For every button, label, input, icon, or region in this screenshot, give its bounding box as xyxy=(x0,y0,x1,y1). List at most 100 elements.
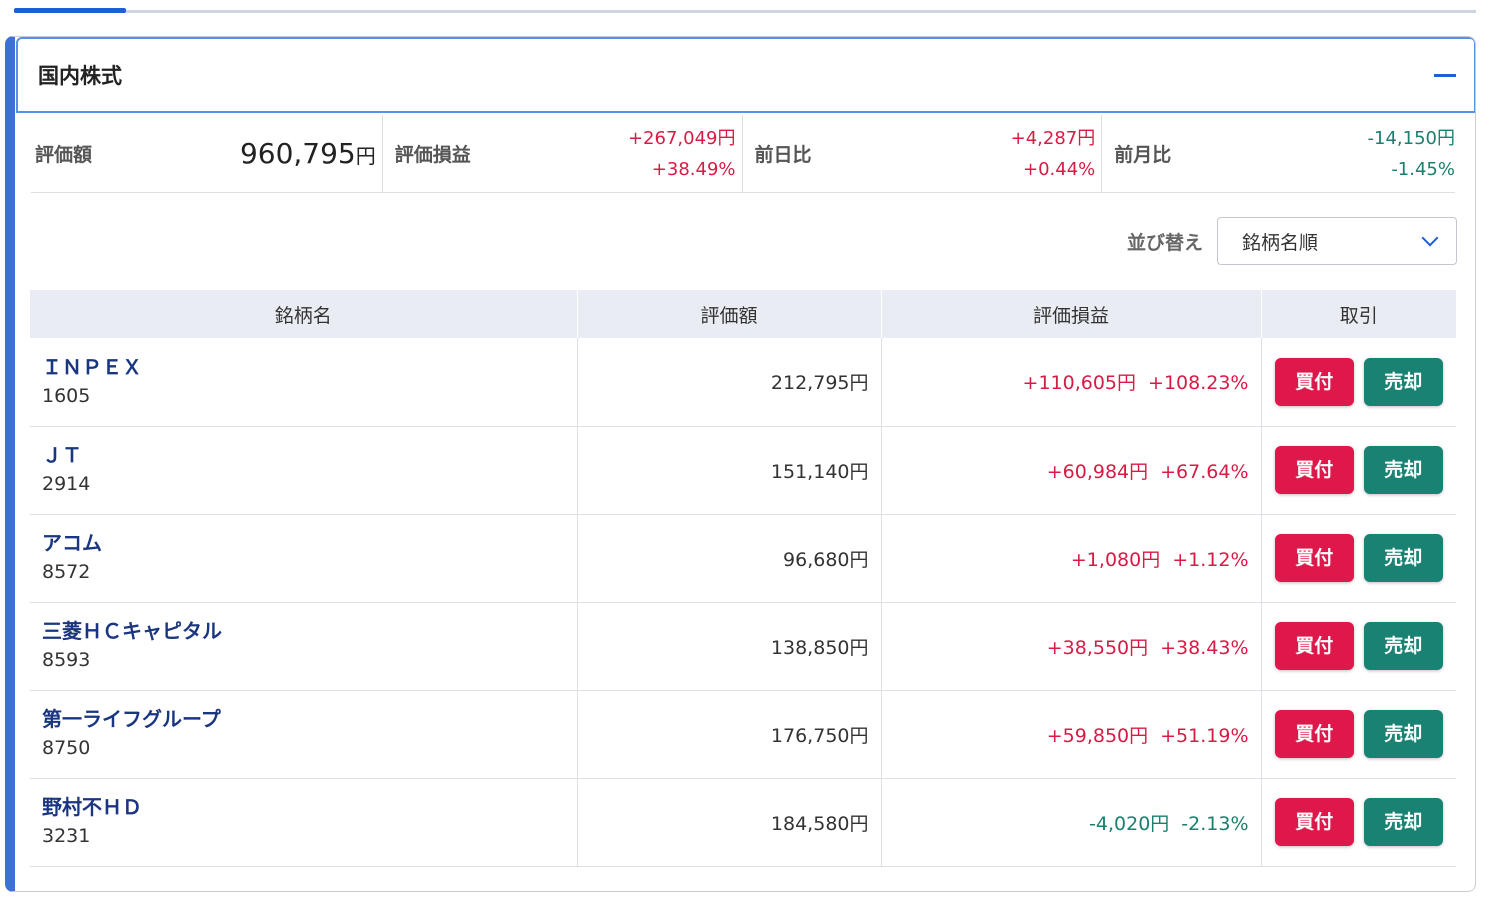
cell-value: 212,795円 xyxy=(577,338,882,427)
table-row: アコム 8572 96,680円 +1,080円 +1.12% 買付 売却 xyxy=(30,514,1456,603)
cell-name: 野村不ＨＤ 3231 xyxy=(30,778,578,867)
stock-name-link[interactable]: 三菱ＨＣキャピタル xyxy=(42,617,577,645)
pl-label: 評価損益 xyxy=(394,144,471,166)
valuation-label: 評価額 xyxy=(35,144,93,166)
sell-button[interactable]: 売却 xyxy=(1363,534,1443,582)
stock-name-link[interactable]: アコム xyxy=(42,529,577,557)
buy-button[interactable]: 買付 xyxy=(1274,798,1354,846)
pl-amount: +59,850円 xyxy=(1046,724,1149,747)
buy-button[interactable]: 買付 xyxy=(1274,622,1354,670)
table-row: 野村不ＨＤ 3231 184,580円 -4,020円 -2.13% 買付 売却 xyxy=(30,778,1456,867)
sort-select[interactable]: 銘柄名順 xyxy=(1217,217,1457,265)
pl-values: +267,049円 +38.49% xyxy=(628,123,736,185)
cell-name: ＪＴ 2914 xyxy=(30,426,578,515)
stock-code: 8572 xyxy=(42,561,91,583)
sell-button[interactable]: 売却 xyxy=(1363,710,1443,758)
pl-percent: +1.12% xyxy=(1172,548,1249,571)
cell-pl: +59,850円 +51.19% xyxy=(881,690,1262,779)
header-pl[interactable]: 評価損益 xyxy=(881,290,1262,338)
buy-button[interactable]: 買付 xyxy=(1274,534,1354,582)
collapse-icon[interactable] xyxy=(1434,73,1456,77)
stock-code: 3231 xyxy=(42,825,91,847)
pl-percent: +38.43% xyxy=(1160,636,1249,659)
valuation-unit: 円 xyxy=(355,144,376,168)
header-name[interactable]: 銘柄名 xyxy=(30,290,578,338)
cell-value: 151,140円 xyxy=(577,426,882,515)
cell-name: ＩＮＰＥＸ 1605 xyxy=(30,338,578,427)
pl-amount: +60,984円 xyxy=(1046,460,1149,483)
pl-percent: +108.23% xyxy=(1148,372,1249,395)
month-amount: -14,150円 xyxy=(1367,127,1455,149)
cell-pl: -4,020円 -2.13% xyxy=(881,778,1262,867)
cell-pl: +60,984円 +67.64% xyxy=(881,426,1262,515)
cell-pl: +1,080円 +1.12% xyxy=(881,514,1262,603)
stock-code: 8593 xyxy=(42,649,91,671)
cell-value: 184,580円 xyxy=(577,778,882,867)
pl-amount: -4,020円 xyxy=(1089,812,1170,835)
buy-button[interactable]: 買付 xyxy=(1274,446,1354,494)
summary-valuation: 評価額 960,795円 xyxy=(31,115,383,192)
pl-amount: +267,049円 xyxy=(627,127,736,149)
sort-selected-value: 銘柄名順 xyxy=(1242,231,1319,254)
sell-button[interactable]: 売却 xyxy=(1363,622,1443,670)
day-label: 前日比 xyxy=(754,144,812,166)
cell-value: 176,750円 xyxy=(577,690,882,779)
table-header-row: 銘柄名 評価額 評価損益 取引 xyxy=(30,290,1456,338)
chevron-down-icon xyxy=(1421,229,1439,247)
pl-amount: +38,550円 xyxy=(1046,636,1149,659)
day-amount: +4,287円 xyxy=(1010,127,1096,149)
panel-header[interactable]: 国内株式 xyxy=(16,37,1475,113)
cell-value: 138,850円 xyxy=(577,602,882,691)
month-values: -14,150円 -1.45% xyxy=(1368,123,1455,185)
pl-percent: -2.13% xyxy=(1181,812,1249,835)
buy-button[interactable]: 買付 xyxy=(1274,357,1354,406)
stock-name-link[interactable]: ＪＴ xyxy=(42,441,577,469)
sell-button[interactable]: 売却 xyxy=(1363,798,1443,846)
summary-day-change: 前日比 +4,287円 +0.44% xyxy=(743,115,1103,192)
stock-name-link[interactable]: 野村不ＨＤ xyxy=(42,793,577,821)
summary-profit-loss: 評価損益 +267,049円 +38.49% xyxy=(383,115,743,192)
stock-code: 2914 xyxy=(42,473,91,495)
pl-percent: +38.49% xyxy=(651,158,736,180)
cell-actions: 買付 売却 xyxy=(1261,690,1456,779)
cell-pl: +110,605円 +108.23% xyxy=(881,338,1262,427)
valuation-value: 960,795円 xyxy=(239,137,376,170)
cell-name: 三菱ＨＣキャピタル 8593 xyxy=(30,602,578,691)
day-values: +4,287円 +0.44% xyxy=(1011,123,1096,185)
tab-track xyxy=(14,10,1476,13)
cell-actions: 買付 売却 xyxy=(1261,426,1456,515)
holdings-table: 銘柄名 評価額 評価損益 取引 ＩＮＰＥＸ 1605 212,795円 +110… xyxy=(30,290,1456,867)
pl-percent: +51.19% xyxy=(1160,724,1249,747)
table-row: 三菱ＨＣキャピタル 8593 138,850円 +38,550円 +38.43% … xyxy=(30,602,1456,691)
pl-amount: +110,605円 xyxy=(1022,372,1137,395)
sort-area: 並び替え 銘柄名順 xyxy=(1127,217,1457,265)
cell-value: 96,680円 xyxy=(577,514,882,603)
cell-pl: +38,550円 +38.43% xyxy=(881,602,1262,691)
stock-name-link[interactable]: 第一ライフグループ xyxy=(42,705,577,733)
cell-name: 第一ライフグループ 8750 xyxy=(30,690,578,779)
stock-code: 8750 xyxy=(42,737,91,759)
sell-button[interactable]: 売却 xyxy=(1363,357,1443,406)
summary-bar: 評価額 960,795円 評価損益 +267,049円 +38.49% 前日比 … xyxy=(31,115,1455,193)
table-row: ＩＮＰＥＸ 1605 212,795円 +110,605円 +108.23% 買付… xyxy=(30,338,1456,427)
summary-month-change: 前月比 -14,150円 -1.45% xyxy=(1102,115,1455,192)
cell-actions: 買付 売却 xyxy=(1261,338,1456,427)
cell-name: アコム 8572 xyxy=(30,514,578,603)
stock-name-link[interactable]: ＩＮＰＥＸ xyxy=(42,353,577,381)
day-percent: +0.44% xyxy=(1022,158,1096,180)
month-label: 前月比 xyxy=(1114,144,1172,166)
stock-code: 1605 xyxy=(42,384,91,407)
pl-percent: +67.64% xyxy=(1160,460,1249,483)
table-row: 第一ライフグループ 8750 176,750円 +59,850円 +51.19% … xyxy=(30,690,1456,779)
sort-label: 並び替え xyxy=(1126,231,1203,254)
table-row: ＪＴ 2914 151,140円 +60,984円 +67.64% 買付 売却 xyxy=(30,426,1456,515)
pl-amount: +1,080円 xyxy=(1070,548,1161,571)
cell-actions: 買付 売却 xyxy=(1261,514,1456,603)
cell-actions: 買付 売却 xyxy=(1261,778,1456,867)
header-value[interactable]: 評価額 xyxy=(577,290,882,338)
domestic-stocks-panel: 国内株式 評価額 960,795円 評価損益 +267,049円 +38.49%… xyxy=(5,36,1476,892)
panel-title: 国内株式 xyxy=(38,64,122,88)
sell-button[interactable]: 売却 xyxy=(1363,446,1443,494)
buy-button[interactable]: 買付 xyxy=(1274,710,1354,758)
header-trade: 取引 xyxy=(1261,290,1456,338)
